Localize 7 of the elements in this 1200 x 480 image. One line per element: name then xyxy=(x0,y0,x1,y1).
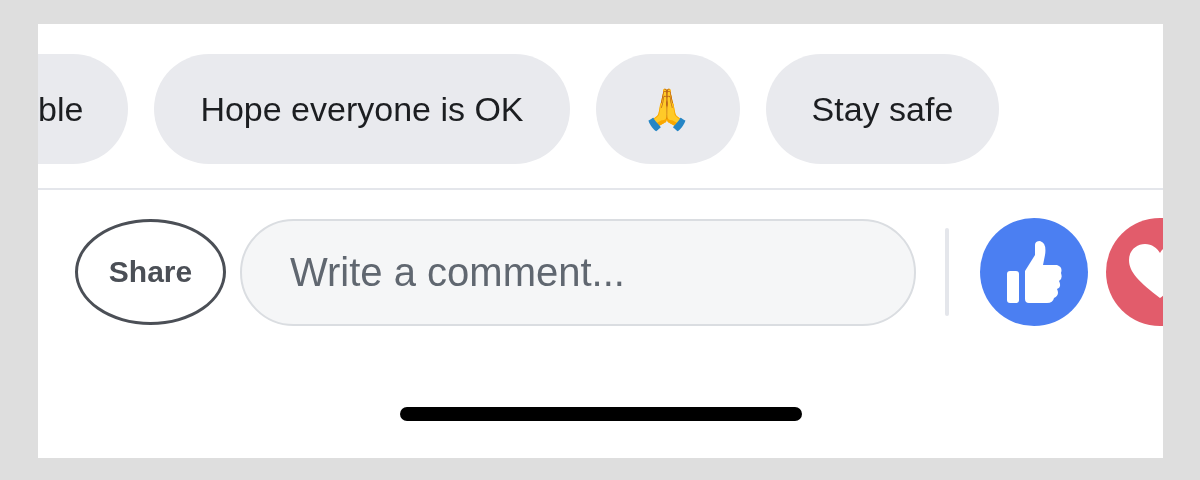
quick-reply-chip[interactable]: Hope everyone is OK xyxy=(154,54,570,164)
share-button[interactable]: Share xyxy=(75,219,226,325)
thumbs-up-icon xyxy=(1005,241,1063,303)
emoji: 🙏 xyxy=(642,85,693,133)
comment-field[interactable]: Write a comment... xyxy=(240,218,916,326)
quick-reply-chip[interactable]: ble xyxy=(38,54,129,164)
quick-reply-chip[interactable]: Stay safe xyxy=(765,54,1000,164)
